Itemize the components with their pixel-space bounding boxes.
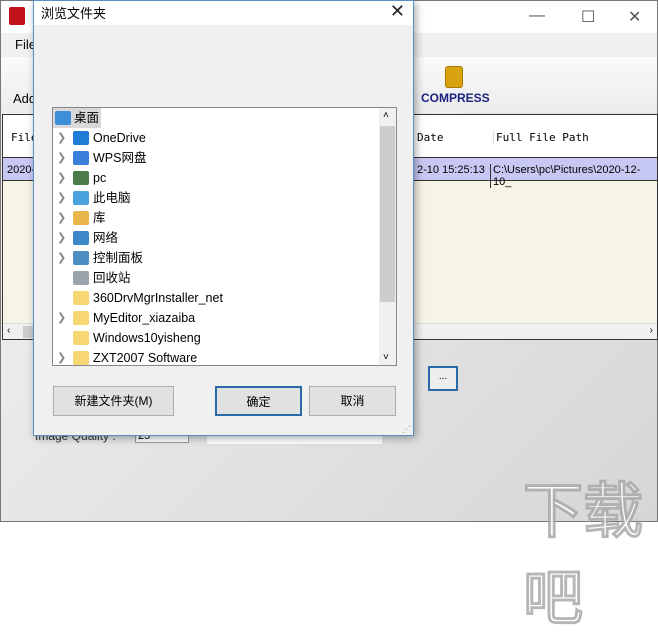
cell-date: 2-10 15:25:13: [417, 164, 485, 176]
tree-item[interactable]: ❯ ZXT2007 Software: [53, 348, 381, 365]
minimize-button[interactable]: —: [529, 7, 545, 25]
cell-path: C:\Users\pc\Pictures\2020-12-10_: [490, 164, 657, 188]
scroll-left-icon[interactable]: ‹: [7, 325, 10, 336]
vertical-scrollbar[interactable]: ˄ ˅: [379, 108, 396, 365]
close-button[interactable]: ✕: [628, 7, 641, 27]
tree-item[interactable]: ❯ MyEditor_xiazaiba: [53, 308, 381, 328]
tree-item-label: 桌面: [74, 111, 100, 125]
folder-icon: [73, 331, 89, 345]
desktop-icon: [55, 111, 71, 125]
expand-chevron-icon[interactable]: ❯: [57, 168, 66, 188]
expand-chevron-icon[interactable]: ❯: [57, 348, 66, 365]
tree-item-label: 回收站: [93, 271, 131, 285]
tree-item-label: OneDrive: [93, 131, 146, 145]
tree-item[interactable]: 回收站: [53, 268, 381, 288]
ok-button[interactable]: 确定: [215, 386, 302, 416]
tree-item-label: MyEditor_xiazaiba: [93, 311, 196, 325]
tree-item[interactable]: ❯ 控制面板: [53, 248, 381, 268]
tree-item[interactable]: 360DrvMgrInstaller_net: [53, 288, 381, 308]
network-icon: [73, 231, 89, 245]
tree-item-label: WPS网盘: [93, 151, 147, 165]
compress-icon: [445, 66, 463, 88]
compress-button[interactable]: COMPRESS: [421, 91, 490, 105]
watermark: 下载吧: [523, 478, 644, 633]
cell-file: 2020-: [7, 164, 36, 176]
scroll-right-icon[interactable]: ›: [650, 325, 653, 336]
cloud-icon: [73, 151, 89, 165]
browse-button[interactable]: ...: [428, 366, 458, 391]
recycle-bin-icon: [73, 271, 89, 285]
tree-item-label: 网络: [93, 231, 119, 245]
tree-item-label: 360DrvMgrInstaller_net: [93, 291, 223, 305]
tree-item[interactable]: ❯ 网络: [53, 228, 381, 248]
tree-item-label: ZXT2007 Software: [93, 351, 198, 365]
folder-icon: [73, 311, 89, 325]
tree-item-label: 控制面板: [93, 251, 144, 265]
app-logo-icon: [9, 7, 25, 25]
browse-folder-dialog: 浏览文件夹 ✕ ❯ ZXT2007 Software Windows10yishen…: [33, 0, 414, 436]
dialog-close-button[interactable]: ✕: [390, 1, 405, 22]
tree-item-label: 库: [93, 211, 106, 225]
expand-chevron-icon[interactable]: ❯: [57, 148, 66, 168]
control-panel-icon: [73, 251, 89, 265]
library-icon: [73, 211, 89, 225]
tree-item[interactable]: ❯ pc: [53, 168, 381, 188]
folder-icon: [73, 291, 89, 305]
tree-item[interactable]: ❯ WPS网盘: [53, 148, 381, 168]
tree-item-label: Windows10yisheng: [93, 331, 201, 345]
tree-item[interactable]: ❯ 此电脑: [53, 188, 381, 208]
tree-item-label: 此电脑: [93, 191, 131, 205]
folder-tree[interactable]: ❯ ZXT2007 Software Windows10yisheng ❯ MyEdit…: [52, 107, 397, 366]
maximize-button[interactable]: ☐: [581, 7, 595, 27]
column-header-date[interactable]: Date: [417, 131, 444, 144]
tree-item[interactable]: Windows10yisheng: [53, 328, 381, 348]
tree-item[interactable]: ❯ OneDrive: [53, 128, 381, 148]
expand-chevron-icon[interactable]: ❯: [57, 208, 66, 228]
computer-icon: [73, 191, 89, 205]
dialog-titlebar: 浏览文件夹 ✕: [34, 1, 413, 25]
dialog-title: 浏览文件夹: [41, 6, 107, 21]
resize-grip-icon[interactable]: ⋰: [402, 424, 411, 435]
tree-item[interactable]: ❯ 库: [53, 208, 381, 228]
tree-item-label: pc: [93, 171, 107, 185]
expand-chevron-icon[interactable]: ❯: [57, 248, 66, 268]
folder-icon: [73, 351, 89, 365]
scrollbar-thumb[interactable]: [380, 126, 395, 302]
tree-item[interactable]: 桌面: [53, 108, 101, 128]
expand-chevron-icon[interactable]: ❯: [57, 308, 66, 328]
expand-chevron-icon[interactable]: ❯: [57, 188, 66, 208]
column-header-path[interactable]: Full File Path: [493, 131, 589, 144]
cancel-button[interactable]: 取消: [309, 386, 396, 416]
scroll-down-icon[interactable]: ˅: [383, 352, 389, 363]
user-icon: [73, 171, 89, 185]
cloud-icon: [73, 131, 89, 145]
scroll-up-icon[interactable]: ˄: [383, 110, 389, 121]
new-folder-button[interactable]: 新建文件夹(M): [53, 386, 174, 416]
expand-chevron-icon[interactable]: ❯: [57, 228, 66, 248]
expand-chevron-icon[interactable]: ❯: [57, 128, 66, 148]
